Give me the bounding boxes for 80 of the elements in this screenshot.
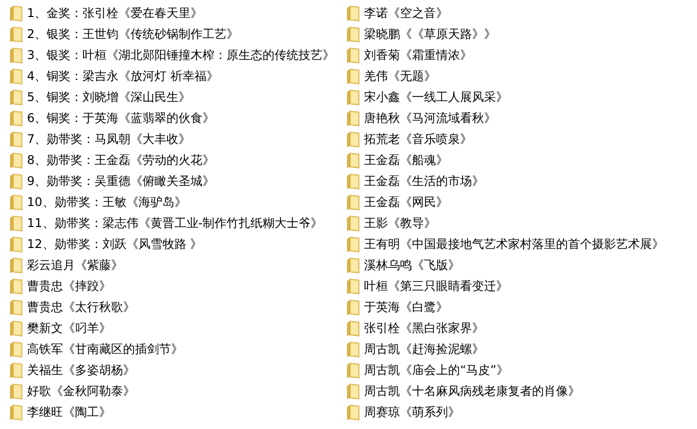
folder-name[interactable]: 关福生《多姿胡杨》 [27,363,135,378]
folder-icon [9,278,23,295]
folder-name[interactable]: 王金磊《船魂》 [364,153,448,168]
folder-name[interactable]: 8、勋带奖：王金磊《劳动的火花》 [27,153,215,168]
folder-icon [346,68,360,85]
folder-name[interactable]: 4、铜奖：梁吉永《放河灯 祈幸福》 [27,69,218,84]
folder-icon [9,236,23,253]
folder-name[interactable]: 王影《教导》 [364,216,436,231]
folder-icon [9,299,23,316]
folder-icon [346,236,360,253]
folder-name[interactable]: 唐艳秋《马河流域看秋》 [364,111,496,126]
folder-icon [346,194,360,211]
folder-icon [346,152,360,169]
folder-name[interactable]: 9、勋带奖：吴重德《俯瞰关圣城》 [27,174,215,189]
folder-name[interactable]: 王金磊《生活的市场》 [364,174,484,189]
folder-icon [9,383,23,400]
folder-name[interactable]: 张引栓《黑白张家界》 [364,321,484,336]
folder-icon [346,215,360,232]
folder-icon [9,173,23,190]
folder-name[interactable]: 叶桓《第三只眼睛看变迁》 [364,279,508,294]
folder-name[interactable]: 曹贵忠《摔跤》 [27,279,111,294]
folder-icon [346,173,360,190]
folder-icon [346,320,360,337]
folder-icon [9,47,23,64]
folder-icon [9,68,23,85]
folder-icon [9,215,23,232]
folder-icon [346,5,360,22]
folder-name[interactable]: 樊新文《叼羊》 [27,321,111,336]
folder-name[interactable]: 高铁军《甘南藏区的插剑节》 [27,342,183,357]
folder-name[interactable]: 梁晓鹏《《草原天路》》 [364,27,496,42]
folder-icon [9,341,23,358]
folder-icon [9,362,23,379]
folder-name[interactable]: 李继旺《陶工》 [27,405,111,420]
folder-icon [9,131,23,148]
folder-icon [9,26,23,43]
folder-icon [9,404,23,421]
folder-icon [9,152,23,169]
folder-icon [346,404,360,421]
folder-icon [346,131,360,148]
folder-icon [346,383,360,400]
folder-name[interactable]: 溪林乌鸣《飞版》 [364,258,460,273]
folder-icon [9,257,23,274]
folder-icon [346,299,360,316]
folder-name[interactable]: 刘香菊《霜重情浓》 [364,48,472,63]
folder-name[interactable]: 曹贵忠《太行秋歌》 [27,300,135,315]
folder-name[interactable]: 10、勋带奖：王敏《海驴岛》 [27,195,186,210]
folder-name[interactable]: 拓荒老《音乐喷泉》 [364,132,472,147]
folder-name[interactable]: 周赛琼《萌系列》 [364,405,460,420]
folder-name[interactable]: 羌伟《无题》 [364,69,436,84]
folder-icon [9,89,23,106]
folder-icon [346,110,360,127]
folder-icon [346,278,360,295]
folder-name[interactable]: 好歌《金秋阿勒泰》 [27,384,135,399]
folder-name[interactable]: 12、勋带奖：刘跃《风雪牧路 》 [27,237,202,252]
folder-name[interactable]: 彩云追月《紫藤》 [27,258,123,273]
folder-name[interactable]: 于英海《白鹭》 [364,300,448,315]
folder-name[interactable]: 6、铜奖：于英海《蓝翡翠的伙食》 [27,111,215,126]
folder-icon [346,362,360,379]
folder-name[interactable]: 周古凯《庙会上的“马皮”》 [364,363,508,378]
folder-icon [9,110,23,127]
folder-name[interactable]: 11、勋带奖：梁志伟《黄晋工业-制作竹扎纸糊大士爷》 [27,216,323,231]
folder-name[interactable]: 7、勋带奖：马凤朝《大丰收》 [27,132,191,147]
folder-name[interactable]: 周古凯《十名麻风病残老康复者的肖像》 [364,384,580,399]
folder-icon [346,47,360,64]
folder-icon [9,320,23,337]
folder-name[interactable]: 李诺《空之音》 [364,6,448,21]
folder-icon [346,26,360,43]
folder-icon [9,194,23,211]
folder-name[interactable]: 2、银奖：王世钧《传统砂锅制作工艺》 [27,27,239,42]
folder-icon [9,5,23,22]
folder-icon [346,341,360,358]
folder-name[interactable]: 1、金奖：张引栓《爱在春天里》 [27,6,203,21]
folder-name[interactable]: 5、铜奖：刘晓增《深山民生》 [27,90,191,105]
folder-name[interactable]: 宋小鑫《一线工人展风采》 [364,90,508,105]
folder-name[interactable]: 王金磊《网民》 [364,195,448,210]
folder-name[interactable]: 王有明《中国最接地气艺术家村落里的首个摄影艺术展》 [364,237,664,252]
folder-icon [346,89,360,106]
folder-icon [346,257,360,274]
folder-name[interactable]: 周古凯《赶海捡泥螺》 [364,342,484,357]
folder-name[interactable]: 3、银奖：叶桓《湖北郧阳锤撞木榨：原生态的传统技艺》 [27,48,335,63]
